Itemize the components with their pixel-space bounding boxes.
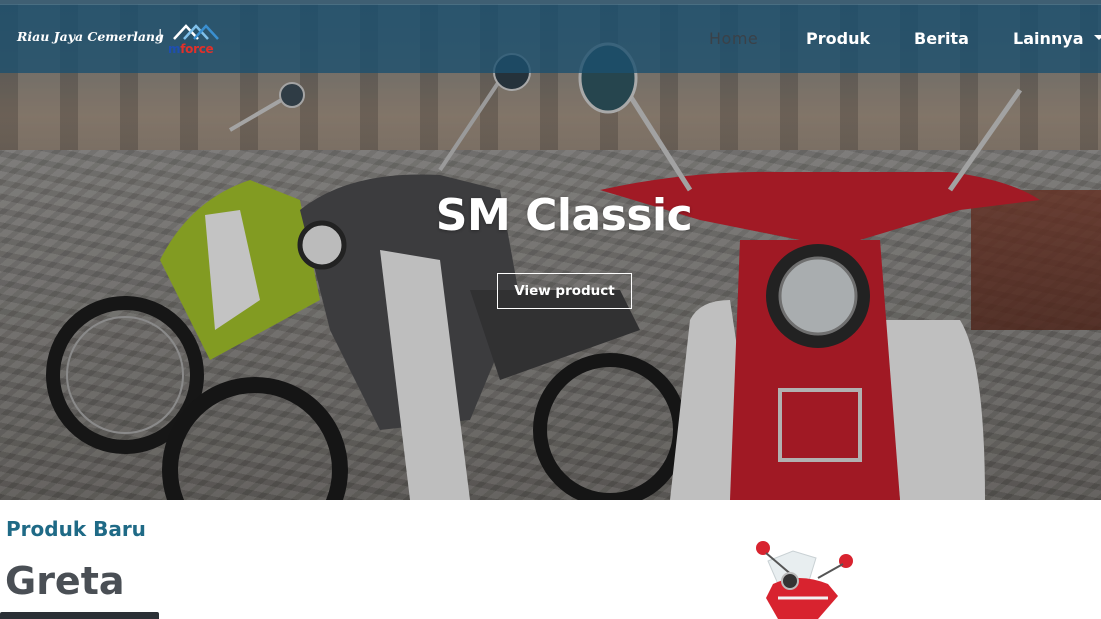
nav-produk[interactable]: Produk bbox=[806, 29, 870, 48]
section-label: Produk Baru bbox=[6, 517, 146, 541]
hero-title: SM Classic bbox=[435, 190, 693, 241]
logo-wordmark: mforce bbox=[168, 42, 214, 56]
hero-banner: SM Classic View product bbox=[0, 0, 1101, 500]
product-button-partial[interactable] bbox=[0, 612, 159, 619]
hero-overlay bbox=[0, 0, 1101, 500]
nav-home[interactable]: Home bbox=[709, 29, 758, 48]
view-product-button[interactable]: View product bbox=[497, 273, 632, 309]
caret-down-icon[interactable] bbox=[1094, 35, 1101, 40]
brand-separator: | bbox=[158, 28, 163, 43]
scooter-product-image bbox=[756, 541, 853, 619]
product-name: Greta bbox=[5, 559, 125, 603]
nav-lainnya[interactable]: Lainnya bbox=[1013, 29, 1083, 48]
nav-berita[interactable]: Berita bbox=[914, 29, 969, 48]
logo-roof-icon bbox=[173, 24, 219, 40]
mforce-logo[interactable]: mforce bbox=[168, 23, 226, 59]
navbar: Riau Jaya Cemerlang | mforce Home Produk… bbox=[0, 4, 1101, 73]
brand-name[interactable]: Riau Jaya Cemerlang bbox=[17, 29, 164, 44]
